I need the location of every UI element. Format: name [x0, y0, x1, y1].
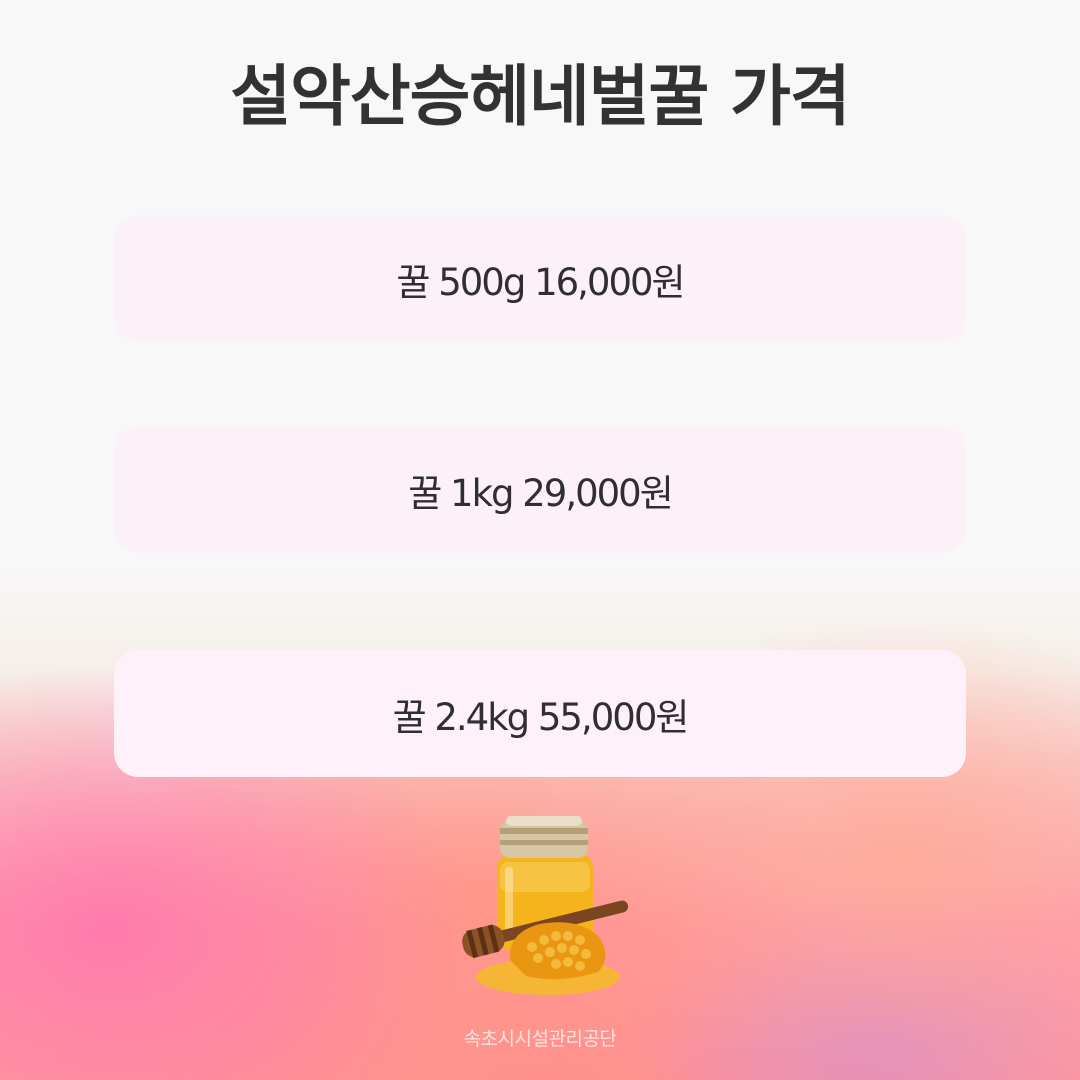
footer-source: 속초시시설관리공단 — [463, 1028, 617, 1050]
price-label-2-4kg: 꿀 2.4kg 55,000원 — [392, 695, 690, 739]
price-card-500g: 꿀 500g 16,000원 — [114, 215, 966, 342]
price-card-2-4kg: 꿀 2.4kg 55,000원 — [114, 650, 966, 777]
page-title: 설악산승헤네벌꿀 가격 — [230, 58, 850, 135]
price-label-1kg: 꿀 1kg 29,000원 — [408, 471, 674, 515]
honey-jar-icon — [440, 812, 640, 1002]
price-label-500g: 꿀 500g 16,000원 — [396, 260, 685, 304]
price-card-1kg: 꿀 1kg 29,000원 — [114, 426, 966, 553]
